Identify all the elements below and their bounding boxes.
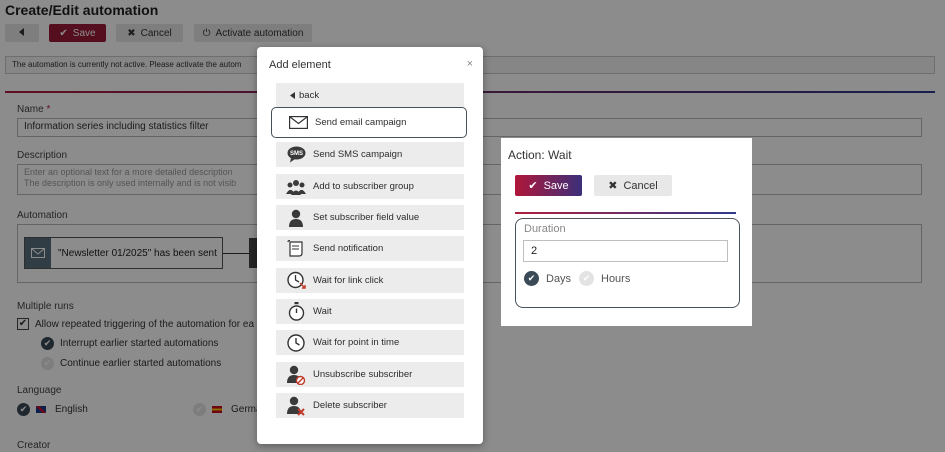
- x-icon: ✖: [608, 180, 618, 192]
- menu-item-label: Set subscriber field value: [313, 212, 420, 223]
- checkmark-icon: ✔: [528, 180, 538, 192]
- duration-input[interactable]: 2: [523, 240, 728, 262]
- envelope-icon: [286, 116, 310, 129]
- radio-checked-icon: ✔: [524, 271, 539, 286]
- menu-item-label: Send email campaign: [315, 117, 407, 128]
- panel-title: Action: Wait: [508, 148, 572, 162]
- sms-icon-text: SMS: [289, 151, 302, 157]
- menu-item-label: Wait: [313, 306, 332, 317]
- clock-link-icon: [284, 271, 308, 290]
- menu-item-add-to-subscriber-group[interactable]: Add to subscriber group: [276, 174, 464, 199]
- menu-item-wait-for-link-click[interactable]: Wait for link click: [276, 268, 464, 293]
- menu-item-label: Wait for point in time: [313, 337, 400, 348]
- caret-left-icon: [290, 92, 295, 99]
- notification-icon: [284, 239, 308, 258]
- clock-icon: [284, 333, 308, 352]
- menu-item-label: Wait for link click: [313, 275, 384, 286]
- panel-save-button[interactable]: ✔ Save: [515, 175, 582, 196]
- menu-item-label: Delete subscriber: [313, 400, 387, 411]
- menu-item-label: Unsubscribe subscriber: [313, 369, 413, 380]
- action-wait-panel: Action: Wait ✔ Save ✖ Cancel Duration 2 …: [501, 138, 752, 326]
- sms-icon: SMS: [284, 146, 308, 163]
- user-icon: [284, 209, 308, 227]
- unit-days-option[interactable]: ✔ Days: [524, 271, 571, 286]
- user-unsubscribe-icon: [284, 365, 308, 385]
- panel-cancel-button[interactable]: ✖ Cancel: [594, 175, 672, 196]
- add-element-modal: Add element × back Send email campaign S…: [257, 47, 483, 444]
- close-icon[interactable]: ×: [467, 58, 473, 70]
- menu-item-send-sms-campaign[interactable]: SMS Send SMS campaign: [276, 142, 464, 167]
- menu-item-send-email-campaign[interactable]: Send email campaign: [271, 107, 467, 138]
- unit-hours-option[interactable]: ✔ Hours: [579, 271, 630, 286]
- menu-item-send-notification[interactable]: Send notification: [276, 236, 464, 261]
- panel-divider: [515, 212, 736, 214]
- duration-label: Duration: [524, 223, 566, 235]
- radio-unchecked-icon: ✔: [579, 271, 594, 286]
- stopwatch-icon: [284, 302, 308, 321]
- menu-item-wait-for-point-in-time[interactable]: Wait for point in time: [276, 330, 464, 355]
- menu-item-label: Add to subscriber group: [313, 181, 414, 192]
- unit-hours-label: Hours: [601, 272, 631, 285]
- group-icon: [284, 179, 308, 195]
- panel-cancel-label: Cancel: [623, 179, 658, 192]
- menu-item-delete-subscriber[interactable]: Delete subscriber: [276, 393, 464, 418]
- user-delete-icon: [284, 396, 308, 416]
- menu-item-set-subscriber-field-value[interactable]: Set subscriber field value: [276, 205, 464, 230]
- menu-item-back[interactable]: back: [276, 83, 464, 108]
- panel-save-label: Save: [543, 179, 569, 192]
- menu-item-unsubscribe-subscriber[interactable]: Unsubscribe subscriber: [276, 362, 464, 387]
- modal-title: Add element: [269, 59, 331, 71]
- duration-group: Duration 2 ✔ Days ✔ Hours: [515, 218, 740, 308]
- menu-item-label: Send SMS campaign: [313, 149, 403, 160]
- menu-item-label: back: [299, 90, 320, 101]
- menu-item-label: Send notification: [313, 243, 384, 254]
- unit-days-label: Days: [546, 272, 572, 285]
- menu-item-wait[interactable]: Wait: [276, 299, 464, 324]
